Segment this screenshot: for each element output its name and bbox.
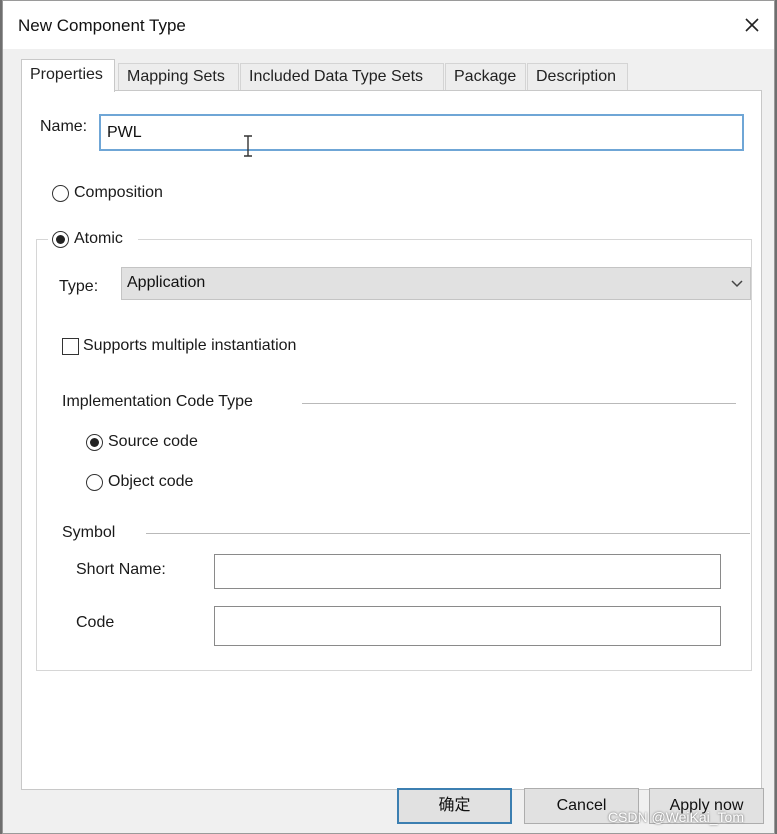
atomic-radio[interactable]	[52, 231, 69, 248]
chevron-down-icon	[731, 280, 743, 288]
symbol-label: Symbol	[62, 524, 116, 541]
composition-label: Composition	[74, 184, 163, 201]
object-code-radio[interactable]	[86, 474, 103, 491]
dialog-title: New Component Type	[18, 16, 186, 35]
tab-package[interactable]: Package	[445, 63, 526, 91]
impl-code-type-label: Implementation Code Type	[62, 393, 253, 410]
short-name-input[interactable]	[214, 554, 721, 589]
type-select-value: Application	[127, 274, 206, 291]
composition-radio[interactable]	[52, 185, 69, 202]
source-code-radio[interactable]	[86, 434, 103, 451]
close-icon	[745, 18, 759, 32]
properties-tab-page: Name: Composition Atomic Type: Applicati…	[21, 90, 762, 790]
tab-included-data-type-sets[interactable]: Included Data Type Sets	[240, 63, 444, 91]
close-button[interactable]	[738, 11, 766, 39]
atomic-legend: Atomic	[48, 227, 138, 251]
impl-code-type-divider	[302, 403, 736, 404]
code-label: Code	[76, 614, 115, 631]
tab-description[interactable]: Description	[527, 63, 628, 91]
code-input[interactable]	[214, 606, 721, 646]
multiple-instantiation-checkbox[interactable]	[62, 338, 79, 355]
source-code-label: Source code	[108, 433, 198, 450]
text-cursor-icon	[244, 135, 252, 157]
atomic-label: Atomic	[74, 230, 123, 247]
type-label: Type:	[59, 278, 99, 295]
multiple-instantiation-label: Supports multiple instantiation	[83, 337, 297, 354]
ok-button[interactable]: 确定	[397, 788, 512, 824]
tab-mapping-sets[interactable]: Mapping Sets	[118, 63, 239, 91]
name-input[interactable]	[99, 114, 744, 151]
short-name-label: Short Name:	[76, 561, 166, 578]
title-bar: New Component Type	[3, 1, 774, 49]
watermark: CSDN @WeiKai_Tom	[607, 809, 744, 825]
new-component-type-dialog: New Component Type Properties Mapping Se…	[2, 0, 775, 834]
name-label: Name:	[40, 118, 88, 135]
symbol-divider	[146, 533, 750, 534]
tab-properties[interactable]: Properties	[21, 59, 115, 92]
type-select[interactable]: Application	[121, 267, 751, 300]
object-code-label: Object code	[108, 473, 194, 490]
